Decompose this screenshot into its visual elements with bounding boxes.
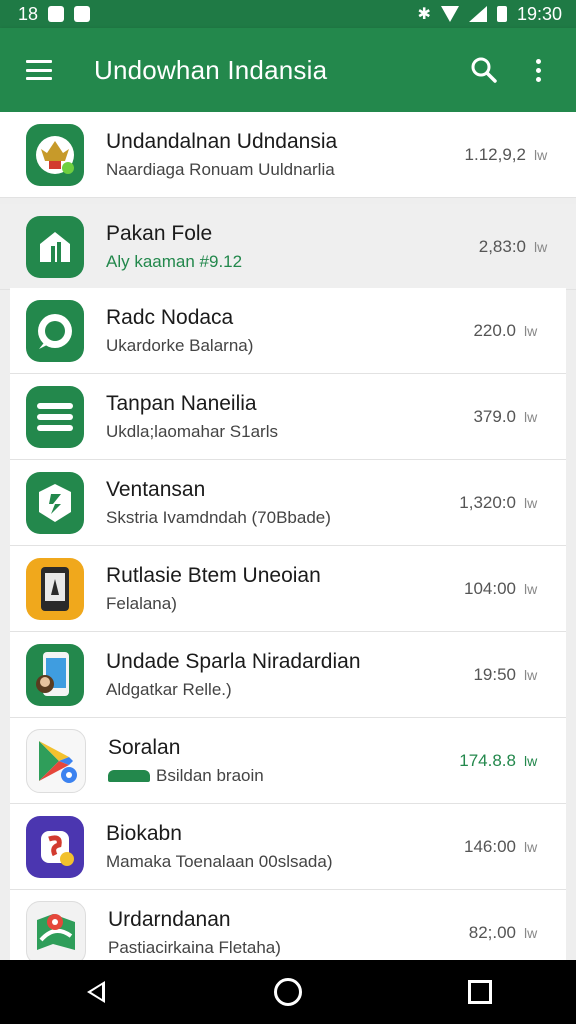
item-trail: lw (524, 838, 538, 855)
more-vert-icon (535, 58, 541, 82)
item-subtitle: Aldgatkar Relle.) (106, 679, 232, 699)
status-time: 19:30 (516, 3, 562, 24)
item-trail: lw (534, 146, 548, 163)
battery-icon (496, 6, 507, 22)
more-options-button[interactable] (518, 50, 558, 90)
app-bar: Undowhan Indansia (0, 28, 576, 112)
status-left-text: 18 (18, 3, 39, 24)
item-title: Radc Nodaca (106, 305, 234, 329)
play-store-icon (26, 728, 86, 793)
list-item[interactable]: Biokabn Mamaka Toenalaan 00slsada) 146:0… (10, 804, 566, 890)
list-item[interactable]: Undade Sparla Niradardian Aldgatkar Rell… (10, 632, 566, 718)
list-item[interactable]: Rutlasie Btem Uneoian Felalana) 104:00 l… (10, 546, 566, 632)
file-notification-icon (74, 6, 91, 22)
signal-icon (468, 6, 487, 22)
list-item[interactable]: Tanpan Naneilia Ukdla;laomahar S1arls 37… (10, 374, 566, 460)
item-subtitle: Naardiaga Ronuam Uuldnarlia (106, 159, 335, 179)
list-item[interactable]: Radc Nodaca Ukardorke Balarna) 220.0 lw (10, 288, 566, 374)
item-trail: lw (524, 666, 538, 683)
item-subtitle: Ukdla;laomahar S1arls (106, 421, 278, 441)
search-button[interactable] (464, 50, 504, 90)
list-item[interactable]: Urdarndanan Pastiacirkaina Fletaha) 82;.… (10, 890, 566, 960)
item-title: Pakan Fole (106, 221, 213, 245)
item-trail: lw (534, 238, 548, 255)
list-item[interactable]: Ventansan Skstria Ivamdndah (70Bbade) 1,… (10, 460, 566, 546)
item-value: 104:00 (464, 578, 516, 598)
stripes-icon (26, 385, 84, 448)
recents-button[interactable] (450, 967, 510, 1017)
list-item[interactable]: Undandalnan Udndansia Naardiaga Ronuam U… (0, 112, 576, 198)
item-title: Biokabn (106, 821, 182, 845)
item-title: Undade Sparla Niradardian (106, 649, 361, 673)
status-bar: 18 ✱ 19:30 (0, 0, 576, 28)
status-left: 18 (18, 3, 91, 25)
item-value: 1.12,9,2 (464, 144, 526, 164)
item-value: 146:00 (464, 836, 516, 856)
item-subtitle-text: Bsildan braoin (156, 765, 264, 785)
item-value: 82;.00 (468, 922, 516, 942)
item-title: Ventansan (106, 477, 206, 501)
item-title: Tanpan Naneilia (106, 391, 257, 415)
item-subtitle: Skstria Ivamdndah (70Bbade) (106, 507, 331, 527)
emblem-icon (26, 123, 84, 186)
app-list: Undandalnan Udndansia Naardiaga Ronuam U… (0, 112, 576, 960)
back-button[interactable] (66, 967, 126, 1017)
navigation-bar (0, 960, 576, 1024)
item-trail: lw (524, 408, 538, 425)
item-trail: lw (524, 752, 538, 769)
app-title: Undowhan Indansia (94, 54, 328, 85)
home-button[interactable] (258, 967, 318, 1017)
item-title: Undandalnan Udndansia (106, 129, 338, 153)
item-value: 174.8.8 (459, 750, 516, 770)
item-subtitle: Aly kaaman #9.12 (106, 251, 243, 271)
item-value: 2,83:0 (478, 236, 526, 256)
status-right: ✱ 19:30 (418, 4, 562, 25)
s-badge-icon (26, 815, 84, 878)
chat-icon (26, 299, 84, 362)
item-title: Rutlasie Btem Uneoian (106, 563, 321, 587)
house-icon (26, 215, 84, 278)
list-item[interactable]: Pakan Fole Aly kaaman #9.12 2,83:0 lw (0, 204, 576, 290)
item-subtitle: Felalana) (106, 593, 177, 613)
item-subtitle: Pastiacirkaina Fletaha) (108, 937, 281, 957)
shield-icon (26, 471, 84, 534)
item-value: 379.0 (473, 406, 516, 426)
cars-icon (108, 770, 150, 783)
item-value: 220.0 (473, 320, 516, 340)
recents-icon (468, 980, 492, 1004)
item-trail: lw (524, 924, 538, 941)
item-subtitle: Mamaka Toenalaan 00slsada) (106, 851, 333, 871)
item-subtitle: Bsildan braoin (108, 766, 459, 786)
phone-icon (26, 557, 84, 620)
menu-icon[interactable] (26, 60, 52, 80)
map-icon (26, 900, 86, 960)
item-trail: lw (524, 494, 538, 511)
list-item[interactable]: Soralan Bsildan braoin 174.8.8 lw (10, 718, 566, 804)
phone-user-icon (26, 643, 84, 706)
home-icon (274, 978, 302, 1006)
back-icon (87, 981, 105, 1003)
item-trail: lw (524, 580, 538, 597)
item-title: Soralan (108, 735, 181, 759)
gallery-notification-icon (48, 6, 65, 22)
item-trail: lw (524, 322, 538, 339)
wifi-icon (440, 6, 459, 22)
search-icon (471, 57, 497, 83)
bluetooth-icon: ✱ (417, 6, 431, 23)
item-subtitle: Ukardorke Balarna) (106, 335, 254, 355)
item-value: 1,320:0 (459, 492, 516, 512)
item-value: 19:50 (473, 664, 516, 684)
item-title: Urdarndanan (108, 907, 231, 931)
